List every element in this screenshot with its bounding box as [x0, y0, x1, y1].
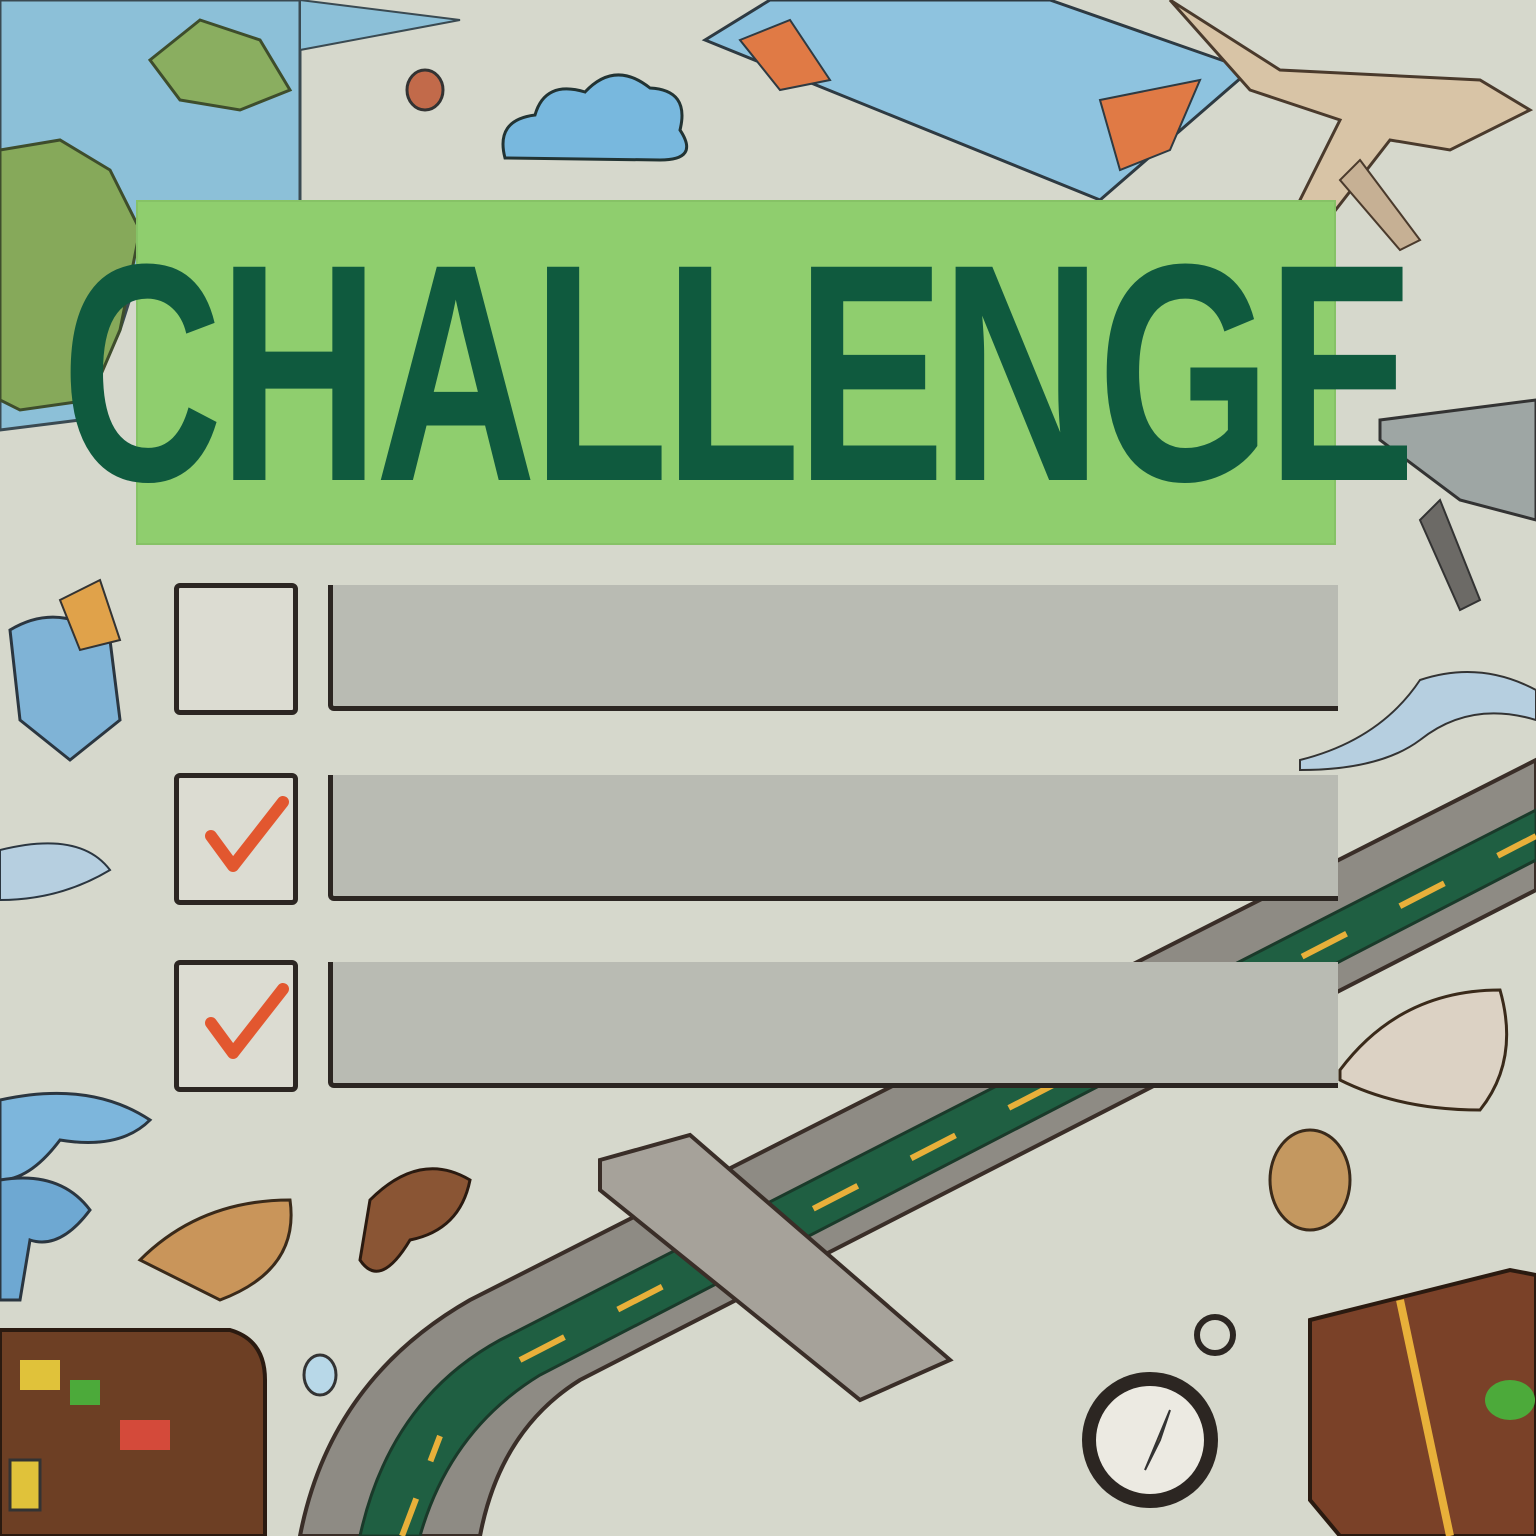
- compass-icon: [1082, 1314, 1236, 1508]
- checkbox[interactable]: [174, 960, 298, 1092]
- wave-icon: [0, 1091, 153, 1302]
- page-title: CHALLENGE: [61, 198, 1415, 546]
- checkbox[interactable]: [174, 583, 298, 715]
- list-item: [170, 583, 1340, 718]
- list-item: [170, 960, 1340, 1095]
- checkmark-icon: [205, 796, 289, 872]
- item-text-field[interactable]: [328, 962, 1338, 1088]
- item-text-field[interactable]: [328, 775, 1338, 901]
- checkbox[interactable]: [174, 773, 298, 905]
- checkmark-icon: [205, 983, 289, 1059]
- list-item: [170, 773, 1340, 908]
- item-text-field[interactable]: [328, 585, 1338, 711]
- leaf-icon: [137, 1198, 293, 1302]
- folded-map-icon: [701, 0, 1253, 202]
- title-banner: CHALLENGE: [61, 200, 1415, 545]
- cloud-icon: [501, 73, 689, 162]
